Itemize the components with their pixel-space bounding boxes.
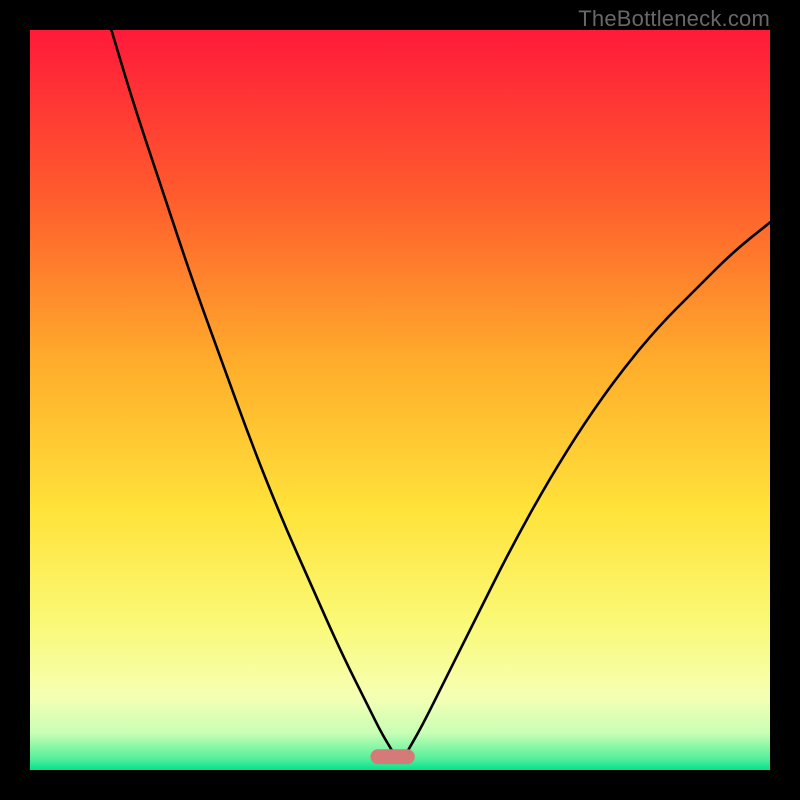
- chart-svg: [30, 30, 770, 770]
- optimum-pill: [370, 749, 414, 764]
- watermark-text: TheBottleneck.com: [578, 6, 770, 32]
- outer-frame: TheBottleneck.com: [0, 0, 800, 800]
- optimum-marker: [370, 749, 414, 764]
- gradient-background: [30, 30, 770, 770]
- bottleneck-chart: [30, 30, 770, 770]
